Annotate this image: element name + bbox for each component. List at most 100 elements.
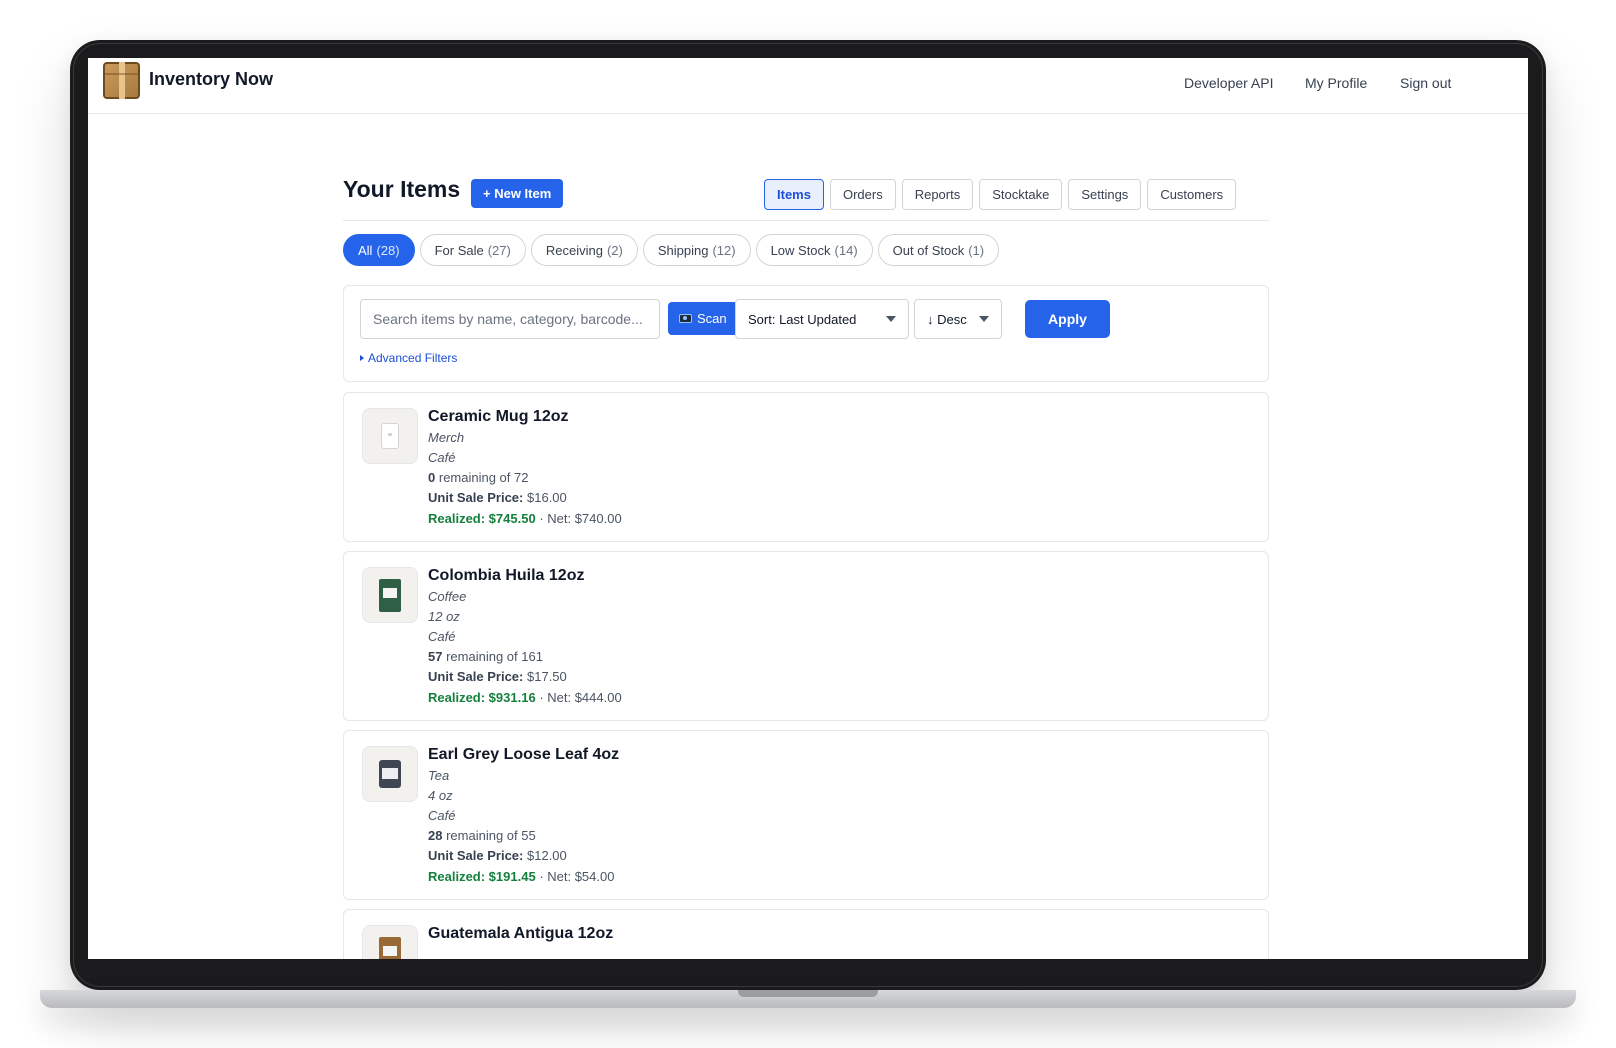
stock-total: remaining of 72	[438, 470, 529, 485]
item-category: Merch	[428, 430, 465, 445]
pill-shipping[interactable]: Shipping (12)	[642, 234, 751, 266]
pill-out-of-stock[interactable]: Out of Stock (1)	[877, 234, 1000, 266]
browser-screen: Inventory Now Developer API My Profile S…	[88, 58, 1528, 959]
stock-total: remaining of 161	[446, 649, 543, 664]
brand-name[interactable]: Inventory Now	[149, 69, 273, 90]
item-revenue: Realized: $931.16 · Net: $444.00	[428, 687, 622, 709]
item-thumbnail	[362, 567, 418, 623]
stock-remaining: 57	[428, 649, 443, 664]
item-location: Café	[428, 808, 456, 823]
pill-receiving[interactable]: Receiving (2)	[530, 234, 638, 266]
triangle-right-icon	[360, 355, 364, 361]
tab-orders[interactable]: Orders	[829, 179, 896, 210]
scan-button[interactable]: Scan	[668, 302, 738, 335]
tab-stocktake[interactable]: Stocktake	[979, 179, 1063, 210]
coffee-bag-icon	[379, 578, 401, 612]
item-location: Café	[428, 629, 456, 644]
item-stock: 0 remaining of 72	[428, 468, 622, 488]
stock-total: remaining of 55	[446, 828, 536, 843]
pill-count: (12)	[712, 242, 736, 258]
mug-icon	[381, 423, 399, 449]
pill-low-stock[interactable]: Low Stock (14)	[755, 234, 873, 266]
item-card[interactable]: Guatemala Antigua 12oz	[343, 909, 1269, 959]
item-category: Tea	[428, 768, 450, 783]
pill-count: (28)	[376, 242, 400, 258]
price-label: Unit Sale Price:	[428, 848, 524, 863]
realized-value: Realized: $191.45	[428, 869, 536, 884]
top-navbar: Inventory Now Developer API My Profile S…	[88, 58, 1528, 114]
stock-remaining: 28	[428, 828, 443, 843]
item-card[interactable]: Earl Grey Loose Leaf 4oz Tea 4 oz Café 2…	[343, 730, 1269, 900]
tab-customers[interactable]: Customers	[1147, 179, 1237, 210]
item-price: Unit Sale Price: $12.00	[428, 846, 619, 866]
sort-select[interactable]: Sort: Last Updated	[735, 299, 909, 339]
realized-value: Realized: $745.50	[428, 511, 536, 526]
sort-value: Sort: Last Updated	[748, 311, 857, 327]
item-card[interactable]: Ceramic Mug 12oz Merch Café 0 remaining …	[343, 392, 1269, 542]
price-value: $16.00	[527, 490, 567, 505]
nav-sign-out[interactable]: Sign out	[1400, 75, 1451, 91]
net-value: · Net: $444.00	[539, 690, 622, 705]
order-select[interactable]: ↓ Desc	[914, 299, 1002, 339]
item-card[interactable]: Colombia Huila 12oz Coffee 12 oz Café 57…	[343, 551, 1269, 721]
item-size: 4 oz	[428, 788, 453, 803]
net-value: · Net: $54.00	[539, 869, 615, 884]
stage: Inventory Now Developer API My Profile S…	[0, 0, 1616, 1048]
item-stock: 28 remaining of 55	[428, 826, 619, 846]
scan-label: Scan	[697, 311, 727, 326]
item-thumbnail	[362, 925, 418, 959]
item-location: Café	[428, 450, 456, 465]
tab-reports[interactable]: Reports	[901, 179, 974, 210]
pill-for-sale[interactable]: For Sale (27)	[419, 234, 526, 266]
price-value: $17.50	[527, 669, 567, 684]
item-category: Coffee	[428, 589, 467, 604]
realized-value: Realized: $931.16	[428, 690, 536, 705]
item-revenue: Realized: $191.45 · Net: $54.00	[428, 866, 619, 888]
item-name[interactable]: Ceramic Mug 12oz	[428, 407, 622, 427]
pill-all[interactable]: All (28)	[343, 234, 415, 266]
advanced-filters-label: Advanced Filters	[368, 351, 458, 365]
tab-items[interactable]: Items	[764, 179, 824, 210]
pill-count: (27)	[487, 242, 511, 258]
pill-label: For Sale	[434, 242, 484, 258]
pill-label: Receiving	[545, 242, 603, 258]
item-thumbnail	[362, 746, 418, 802]
pill-count: (2)	[606, 242, 623, 258]
new-item-button[interactable]: + New Item	[471, 179, 564, 208]
laptop-notch	[738, 990, 878, 997]
item-price: Unit Sale Price: $16.00	[428, 488, 622, 508]
search-input[interactable]	[360, 299, 660, 339]
item-thumbnail	[362, 408, 418, 464]
net-value: · Net: $740.00	[539, 511, 622, 526]
pill-label: Out of Stock	[892, 242, 965, 258]
item-name[interactable]: Colombia Huila 12oz	[428, 566, 622, 586]
search-filter-card: Scan Sort: Last Updated ↓ Desc Apply Adv…	[343, 285, 1269, 382]
stock-remaining: 0	[428, 470, 436, 485]
item-name[interactable]: Guatemala Antigua 12oz	[428, 924, 613, 944]
price-label: Unit Sale Price:	[428, 669, 524, 684]
tea-tin-icon	[379, 760, 401, 788]
coffee-bag-icon	[379, 936, 401, 959]
header-divider	[343, 220, 1269, 221]
nav-my-profile[interactable]: My Profile	[1305, 75, 1367, 91]
order-value: ↓ Desc	[927, 311, 967, 327]
price-label: Unit Sale Price:	[428, 490, 524, 505]
status-filter-pills: All (28) For Sale (27) Receiving (2) Shi…	[343, 234, 1000, 266]
tab-settings[interactable]: Settings	[1068, 179, 1142, 210]
caret-down-icon	[886, 316, 896, 322]
section-tabs: Items Orders Reports Stocktake Settings …	[764, 179, 1237, 210]
item-size: 12 oz	[428, 609, 460, 624]
pill-label: Shipping	[657, 242, 709, 258]
nav-developer-api[interactable]: Developer API	[1184, 75, 1274, 91]
package-box-icon[interactable]	[103, 62, 140, 99]
advanced-filters-toggle[interactable]: Advanced Filters	[360, 351, 457, 365]
price-value: $12.00	[527, 848, 567, 863]
item-stock: 57 remaining of 161	[428, 647, 622, 667]
pill-count: (1)	[968, 242, 985, 258]
item-name[interactable]: Earl Grey Loose Leaf 4oz	[428, 745, 619, 765]
pill-label: Low Stock	[770, 242, 831, 258]
item-revenue: Realized: $745.50 · Net: $740.00	[428, 508, 622, 530]
pill-label: All	[358, 242, 373, 258]
caret-down-icon	[979, 316, 989, 322]
apply-button[interactable]: Apply	[1025, 300, 1110, 338]
